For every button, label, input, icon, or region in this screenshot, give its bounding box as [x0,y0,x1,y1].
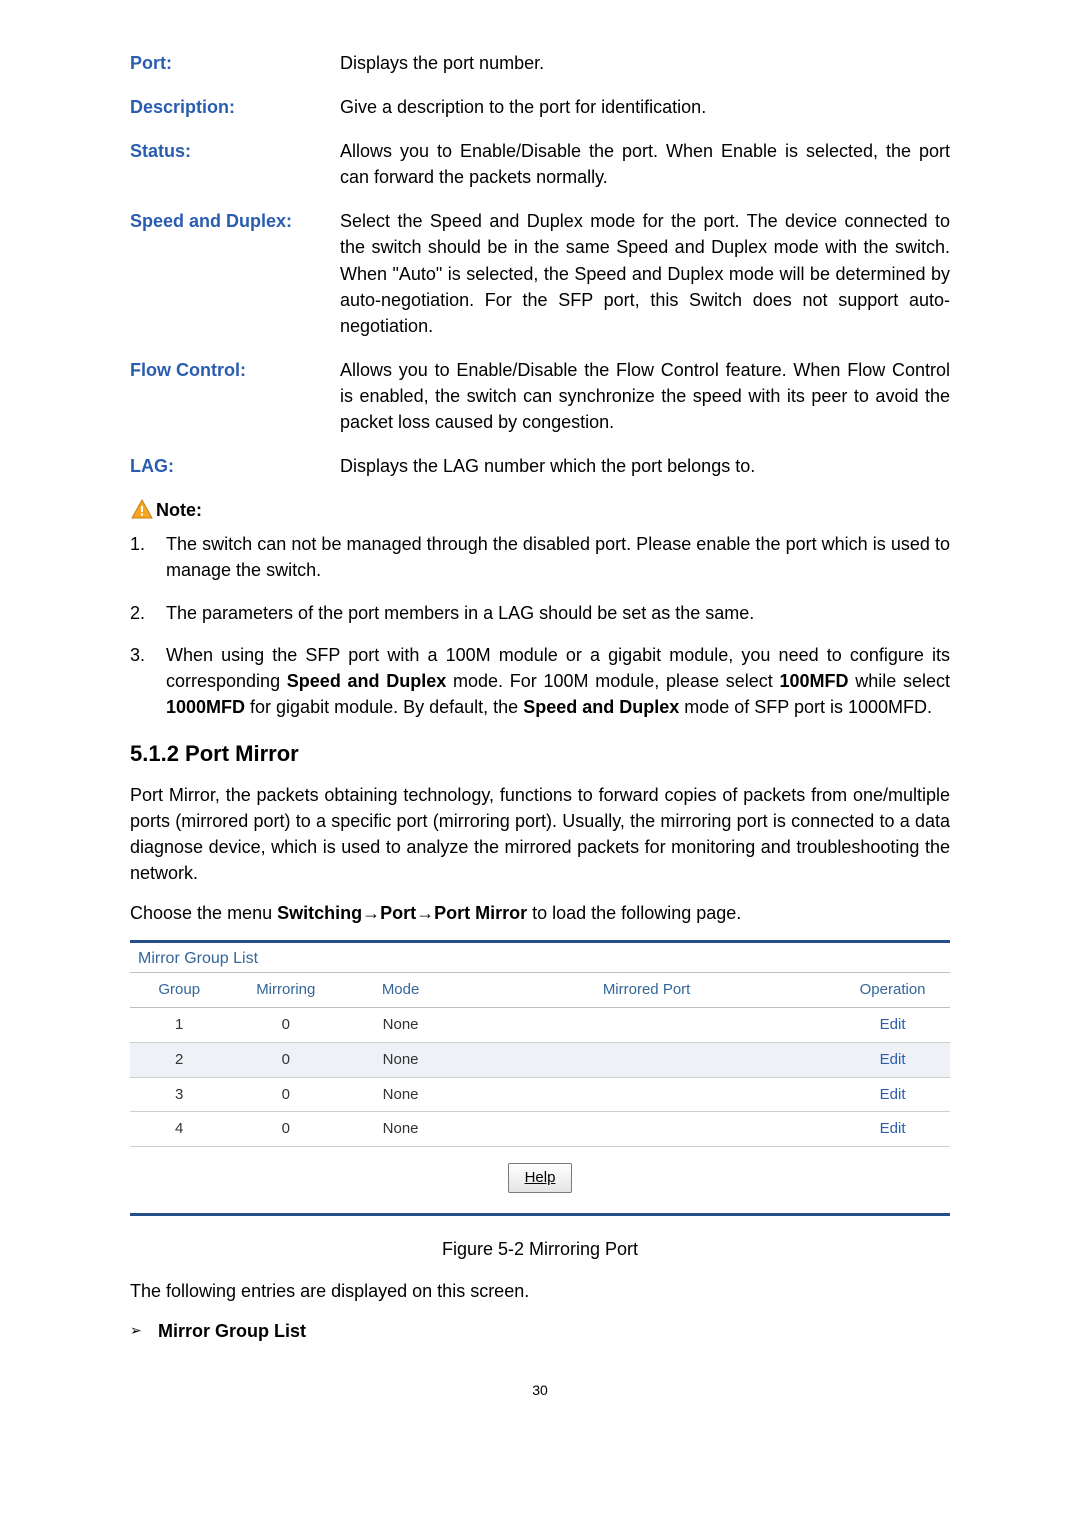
mirror-group-table: Group Mirroring Mode Mirrored Port Opera… [130,972,950,1147]
cell-mode: None [343,1042,458,1077]
table-row: 4 0 None Edit [130,1112,950,1147]
cell-ports [458,1008,835,1043]
note-item: 2. The parameters of the port members in… [130,600,950,626]
cell-group: 4 [130,1112,228,1147]
bullet-line: ➢ Mirror Group List [130,1318,950,1344]
note-text-part: while select [849,671,950,691]
cell-mirroring: 0 [228,1077,343,1112]
table-row: 2 0 None Edit [130,1042,950,1077]
note-text-part: for gigabit module. By default, the [245,697,523,717]
definition-row: Speed and Duplex: Select the Speed and D… [130,208,950,338]
col-header-mode: Mode [343,973,458,1008]
bullet-label: Mirror Group List [158,1318,306,1344]
note-list: 1. The switch can not be managed through… [130,531,950,720]
section-heading: 5.1.2 Port Mirror [130,738,950,770]
note-text: The switch can not be managed through th… [166,531,950,583]
edit-link[interactable]: Edit [880,1016,906,1033]
bold-text: 1000MFD [166,697,245,717]
col-header-operation: Operation [835,973,950,1008]
definition-desc: Select the Speed and Duplex mode for the… [340,208,950,338]
note-item: 3. When using the SFP port with a 100M m… [130,642,950,720]
table-title: Mirror Group List [130,943,950,972]
help-button[interactable]: Help [508,1163,573,1193]
cell-group: 2 [130,1042,228,1077]
cell-mirroring: 0 [228,1042,343,1077]
definition-row: Status: Allows you to Enable/Disable the… [130,138,950,190]
col-header-mirrored-port: Mirrored Port [458,973,835,1008]
cell-ports [458,1077,835,1112]
note-number: 3. [130,642,166,720]
definition-term: LAG: [130,453,340,479]
cell-mode: None [343,1008,458,1043]
note-number: 1. [130,531,166,583]
definition-desc: Displays the LAG number which the port b… [340,453,950,479]
definitions-list: Port: Displays the port number. Descript… [130,50,950,479]
note-text: When using the SFP port with a 100M modu… [166,642,950,720]
cell-ports [458,1112,835,1147]
help-row: Help [130,1147,950,1213]
cell-mode: None [343,1112,458,1147]
cell-mirroring: 0 [228,1112,343,1147]
definition-term: Status: [130,138,340,190]
definition-desc: Give a description to the port for ident… [340,94,950,120]
note-text-part: mode. For 100M module, please select [446,671,779,691]
menu-path: Switching→Port→Port Mirror [277,903,527,923]
bullet-marker-icon: ➢ [130,1318,158,1342]
table-row: 1 0 None Edit [130,1008,950,1043]
edit-link[interactable]: Edit [880,1086,906,1103]
document-page: Port: Displays the port number. Descript… [0,0,1080,1527]
choose-menu-paragraph: Choose the menu Switching→Port→Port Mirr… [130,900,950,926]
definition-desc: Allows you to Enable/Disable the port. W… [340,138,950,190]
cell-mirroring: 0 [228,1008,343,1043]
bold-text: 100MFD [779,671,848,691]
definition-term: Flow Control: [130,357,340,435]
note-number: 2. [130,600,166,626]
definition-desc: Displays the port number. [340,50,950,76]
text-part: to load the following page. [527,903,741,923]
definition-row: Port: Displays the port number. [130,50,950,76]
edit-link[interactable]: Edit [880,1120,906,1137]
cell-group: 1 [130,1008,228,1043]
warning-icon [130,498,154,522]
definition-row: Description: Give a description to the p… [130,94,950,120]
after-figure-paragraph: The following entries are displayed on t… [130,1278,950,1304]
note-item: 1. The switch can not be managed through… [130,531,950,583]
definition-term: Speed and Duplex: [130,208,340,338]
col-header-group: Group [130,973,228,1008]
mirror-group-table-wrap: Mirror Group List Group Mirroring Mode M… [130,940,950,1216]
definition-term: Port: [130,50,340,76]
page-number: 30 [130,1380,950,1400]
cell-group: 3 [130,1077,228,1112]
note-text: The parameters of the port members in a … [166,600,950,626]
table-row: 3 0 None Edit [130,1077,950,1112]
bold-text: Speed and Duplex [523,697,679,717]
figure-caption: Figure 5-2 Mirroring Port [130,1236,950,1262]
definition-term: Description: [130,94,340,120]
note-header: Note: [130,497,950,523]
text-part: Choose the menu [130,903,277,923]
definition-row: Flow Control: Allows you to Enable/Disab… [130,357,950,435]
bold-text: Speed and Duplex [287,671,446,691]
table-header-row: Group Mirroring Mode Mirrored Port Opera… [130,973,950,1008]
note-text-part: mode of SFP port is 1000MFD. [679,697,932,717]
definition-row: LAG: Displays the LAG number which the p… [130,453,950,479]
intro-paragraph: Port Mirror, the packets obtaining techn… [130,782,950,886]
cell-ports [458,1042,835,1077]
edit-link[interactable]: Edit [880,1051,906,1068]
cell-mode: None [343,1077,458,1112]
definition-desc: Allows you to Enable/Disable the Flow Co… [340,357,950,435]
col-header-mirroring: Mirroring [228,973,343,1008]
note-label: Note: [156,497,202,523]
